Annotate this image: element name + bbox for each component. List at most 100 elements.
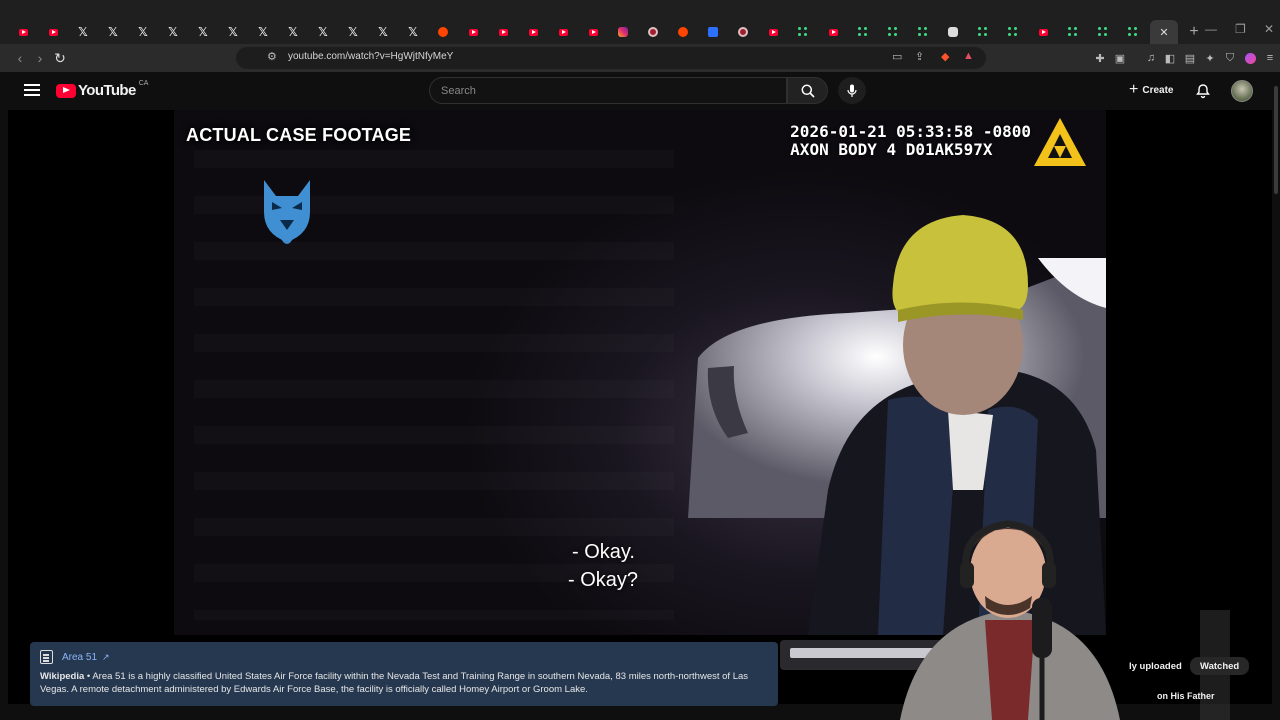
back-icon[interactable]: ‹ <box>10 48 30 68</box>
browser-tab[interactable] <box>728 20 758 44</box>
reload-icon[interactable]: ↻ <box>50 48 70 68</box>
x-icon: 𝕏 <box>258 25 268 39</box>
subtitles: - Okay. - Okay? <box>568 538 638 594</box>
wallet-icon[interactable]: ▣ <box>1112 50 1128 66</box>
account-avatar[interactable] <box>1231 80 1253 102</box>
browser-tab[interactable]: 𝕏 <box>248 20 278 44</box>
browser-tab[interactable]: 𝕏 <box>338 20 368 44</box>
browser-tab[interactable]: 𝕏 <box>98 20 128 44</box>
browser-tab[interactable] <box>608 20 638 44</box>
related-video-title[interactable]: on His Father <box>1157 687 1215 705</box>
browser-tab[interactable] <box>428 20 458 44</box>
browser-tab[interactable]: 𝕏 <box>368 20 398 44</box>
dots-icon <box>798 27 808 37</box>
browser-tab[interactable]: 𝕏 <box>218 20 248 44</box>
create-button[interactable]: + Create <box>1120 79 1182 101</box>
search-button[interactable] <box>787 77 828 104</box>
youtube-logo[interactable]: YouTube CA <box>56 80 148 99</box>
browser-tab[interactable] <box>788 20 818 44</box>
tab-list: 𝕏 𝕏 𝕏 𝕏 𝕏 𝕏 𝕏 𝕏 𝕏 𝕏 𝕏 𝕏 ✕ + <box>8 20 1206 44</box>
share-icon[interactable]: ⇪ <box>915 50 924 63</box>
voice-search-button[interactable] <box>838 77 866 104</box>
blue-icon <box>708 27 718 37</box>
browser-tab[interactable]: 𝕏 <box>278 20 308 44</box>
browser-tab[interactable] <box>638 20 668 44</box>
x-icon: 𝕏 <box>78 25 88 39</box>
restore-icon[interactable]: ❐ <box>1235 22 1246 36</box>
vpn-icon[interactable]: ⛉ <box>1222 50 1238 66</box>
info-card-title-link[interactable]: Area 51 <box>62 652 97 663</box>
x-icon: 𝕏 <box>228 25 238 39</box>
x-icon: 𝕏 <box>198 25 208 39</box>
youtube-icon <box>18 28 28 36</box>
browser-tab[interactable] <box>548 20 578 44</box>
extensions-icon[interactable]: ✚ <box>1092 50 1108 66</box>
browser-tab[interactable]: 𝕏 <box>158 20 188 44</box>
chip-watched[interactable]: Watched <box>1190 657 1250 675</box>
forward-icon[interactable]: › <box>30 48 50 68</box>
bodycam-timestamp: 2026-01-21 05:33:58 -0800 <box>790 122 1031 141</box>
menu-icon[interactable]: ≡ <box>1262 50 1278 66</box>
youtube-play-icon <box>56 83 76 98</box>
browser-tab[interactable] <box>908 20 938 44</box>
new-tab-icon[interactable]: + <box>1182 20 1206 44</box>
circle-icon <box>738 27 748 37</box>
instagram-icon <box>618 27 628 37</box>
minimize-icon[interactable]: — <box>1205 22 1217 36</box>
overlay-label: ACTUAL CASE FOOTAGE <box>186 125 412 145</box>
chip-recently-uploaded[interactable]: ly uploaded <box>1129 657 1182 675</box>
address-bar[interactable]: ⚙ youtube.com/watch?v=HgWjtNfyMeY ▭ ⇪ ◆ … <box>236 47 986 69</box>
browser-tab[interactable] <box>1028 20 1058 44</box>
browser-tab[interactable] <box>1118 20 1148 44</box>
music-icon[interactable]: ♫ <box>1143 50 1159 66</box>
x-icon: 𝕏 <box>138 25 148 39</box>
browser-tab[interactable] <box>1058 20 1088 44</box>
sidebar-icon[interactable]: ◧ <box>1162 50 1178 66</box>
browser-tab[interactable]: 𝕏 <box>398 20 428 44</box>
browser-tab[interactable] <box>458 20 488 44</box>
search-input[interactable]: Search <box>429 77 787 104</box>
tab-search-icon[interactable]: ▤ <box>1182 50 1198 66</box>
site-info-icon[interactable]: ⚙ <box>267 50 277 63</box>
notifications-bell-icon[interactable] <box>1195 83 1211 99</box>
browser-tab[interactable] <box>698 20 728 44</box>
wolf-logo-icon <box>264 180 310 244</box>
browser-tab[interactable] <box>518 20 548 44</box>
info-card[interactable]: Area 51 ↗ Wikipedia • Area 51 is a highl… <box>30 642 778 706</box>
browser-tab[interactable] <box>848 20 878 44</box>
guide-menu-icon[interactable] <box>24 84 40 96</box>
external-link-icon[interactable]: ↗ <box>102 652 110 663</box>
search-icon <box>801 84 815 98</box>
active-tab-close-icon[interactable]: ✕ <box>1150 20 1178 44</box>
page-scrollbar[interactable] <box>1274 86 1278 194</box>
rewards-icon[interactable]: ▲ <box>963 50 974 62</box>
browser-tab[interactable]: 𝕏 <box>128 20 158 44</box>
x-icon: 𝕏 <box>168 25 178 39</box>
cast-icon[interactable]: ▭ <box>892 50 902 63</box>
browser-tab[interactable] <box>968 20 998 44</box>
browser-tab[interactable] <box>578 20 608 44</box>
brave-shield-icon[interactable]: ◆ <box>941 50 949 63</box>
browser-tab[interactable] <box>1088 20 1118 44</box>
browser-tab[interactable] <box>998 20 1028 44</box>
browser-tab[interactable] <box>938 20 968 44</box>
browser-tab[interactable] <box>758 20 788 44</box>
youtube-icon <box>468 28 478 36</box>
youtube-icon <box>558 28 568 36</box>
browser-tab[interactable]: 𝕏 <box>68 20 98 44</box>
browser-tab[interactable]: 𝕏 <box>308 20 338 44</box>
browser-tab[interactable]: 𝕏 <box>188 20 218 44</box>
x-icon: 𝕏 <box>378 25 388 39</box>
leo-icon[interactable]: ✦ <box>1202 50 1218 66</box>
x-icon: 𝕏 <box>348 25 358 39</box>
browser-tab[interactable] <box>8 20 38 44</box>
youtube-wordmark: YouTube <box>78 82 136 99</box>
browser-tab[interactable] <box>878 20 908 44</box>
browser-tab[interactable] <box>818 20 848 44</box>
profile-orb-icon[interactable] <box>1242 50 1258 66</box>
url-text[interactable]: youtube.com/watch?v=HgWjtNfyMeY <box>288 51 453 62</box>
browser-tab[interactable] <box>488 20 518 44</box>
close-window-icon[interactable]: ✕ <box>1264 22 1274 36</box>
browser-tab[interactable] <box>38 20 68 44</box>
browser-tab[interactable] <box>668 20 698 44</box>
